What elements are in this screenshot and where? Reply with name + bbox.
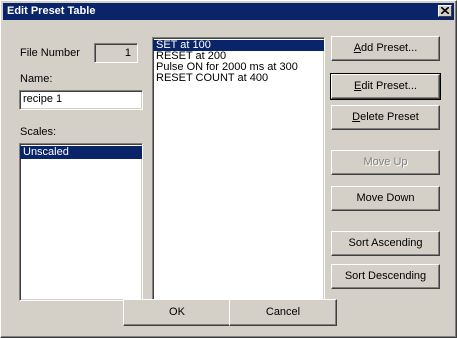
name-label: Name: [20, 73, 53, 85]
scales-listbox[interactable]: Unscaled [19, 143, 143, 301]
presets-listbox[interactable]: SET at 100 RESET at 200 Pulse ON for 200… [152, 37, 325, 319]
delete-preset-hotkey: D [352, 111, 361, 123]
edit-preset-label: dit Preset... [361, 80, 417, 92]
sort-ascending-button[interactable]: Sort Ascending [331, 231, 440, 256]
close-button[interactable] [438, 5, 452, 17]
move-down-button[interactable]: Move Down [331, 186, 440, 211]
ok-button[interactable]: OK [123, 299, 231, 326]
edit-preset-button[interactable]: Edit Preset... [330, 73, 441, 100]
file-number-label: File Number [20, 47, 80, 59]
file-number-field: 1 [94, 43, 138, 63]
name-field[interactable]: recipe 1 [19, 90, 143, 110]
sort-descending-button[interactable]: Sort Descending [331, 264, 440, 289]
move-up-button[interactable]: Move Up [331, 150, 440, 175]
delete-preset-label: elete Preset [360, 111, 419, 123]
cancel-button[interactable]: Cancel [229, 299, 337, 326]
scales-label: Scales: [20, 126, 57, 138]
window-title: Edit Preset Table [7, 5, 96, 17]
add-preset-label: dd Preset... [361, 42, 418, 54]
edit-preset-table-dialog: Edit Preset Table File Number 1 Name: re… [0, 0, 457, 338]
add-preset-button[interactable]: Add Preset... [331, 36, 440, 61]
close-icon [441, 7, 449, 14]
list-item[interactable]: Unscaled [20, 146, 142, 159]
title-bar[interactable]: Edit Preset Table [3, 3, 454, 20]
delete-preset-button[interactable]: Delete Preset [331, 105, 440, 130]
add-preset-hotkey: A [353, 42, 362, 54]
list-item[interactable]: RESET COUNT at 400 [153, 73, 324, 84]
